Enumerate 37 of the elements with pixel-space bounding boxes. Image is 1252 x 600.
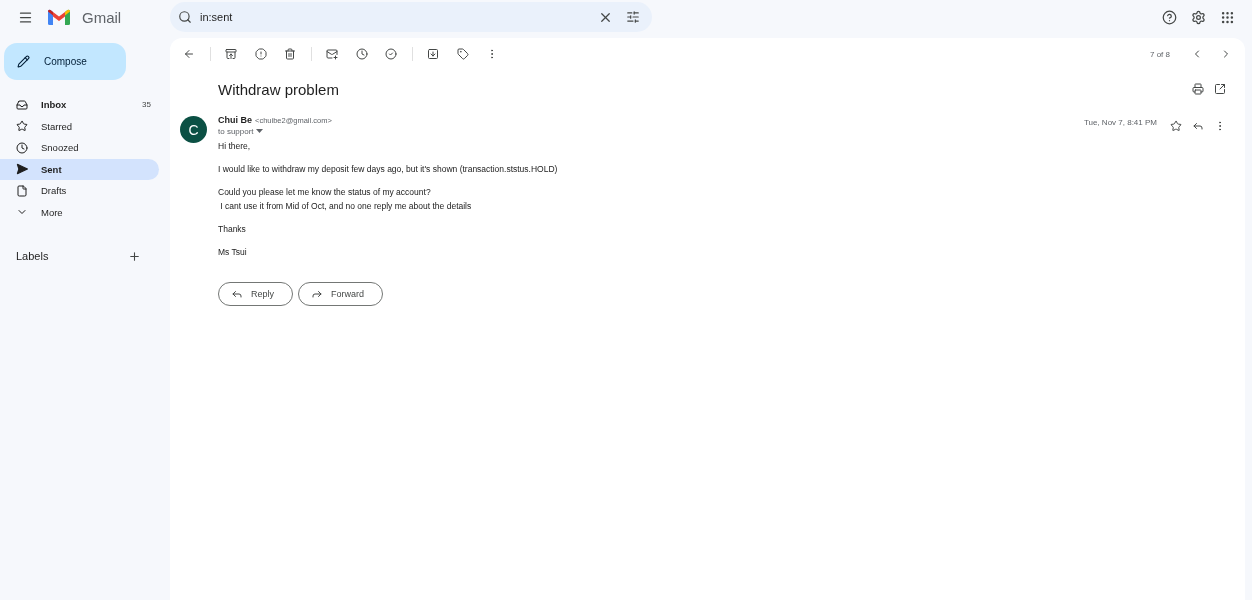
sidebar-item[interactable]: More: [0, 201, 159, 223]
reply-button[interactable]: Reply: [218, 282, 293, 306]
body-text: I would like to withdraw my deposit few days ago, but it's shown (transaction.ststus.HOLD): [218, 164, 559, 174]
sidebar-item[interactable]: Sent: [0, 158, 159, 180]
reply-arrow-icon: [231, 288, 243, 300]
search-icon: [178, 10, 192, 24]
clock-icon: [16, 141, 28, 154]
send-icon: [16, 163, 28, 176]
star-icon: [16, 120, 28, 133]
compose-button[interactable]: Compose: [4, 43, 126, 80]
email-subject: Withdraw problem: [218, 80, 340, 98]
body-text: I cant use it from Mid of Oct, and no one reply me about the details: [219, 201, 473, 211]
body-text: Thanks: [218, 224, 247, 234]
pager-text: 7 of 8: [1150, 49, 1170, 59]
file-icon: [16, 184, 28, 197]
body-text: Hi there,: [218, 141, 252, 151]
sidebar-item[interactable]: Starred: [0, 115, 159, 137]
caret-icon: [255, 129, 263, 134]
gmail-logo-icon: [48, 9, 70, 25]
forward-button[interactable]: Forward: [298, 282, 384, 306]
body-text: Ms Tsui: [218, 247, 248, 257]
forward-arrow-icon: [311, 288, 323, 300]
pencil-icon: [17, 55, 30, 68]
labels-heading: Labels: [16, 250, 49, 262]
sidebar-item[interactable]: Drafts: [0, 180, 159, 202]
sender-name: Chui Be: [218, 115, 252, 125]
sidebar-item[interactable]: Snoozed: [0, 137, 159, 159]
recipient-dropdown[interactable]: to support: [218, 127, 263, 136]
app-name: Gmail: [82, 8, 122, 26]
sidebar-item[interactable]: Inbox 35: [0, 94, 159, 116]
search-field[interactable]: in:sent: [198, 10, 588, 24]
unread-count: 35: [142, 100, 151, 110]
email-date: Tue, Nov 7, 8:41 PM: [1083, 118, 1157, 127]
inbox-icon: [16, 98, 28, 111]
body-text: Could you please let me know the status of my account?: [218, 187, 432, 197]
avatar: C: [180, 116, 207, 143]
search-bar[interactable]: in:sent: [170, 2, 652, 32]
